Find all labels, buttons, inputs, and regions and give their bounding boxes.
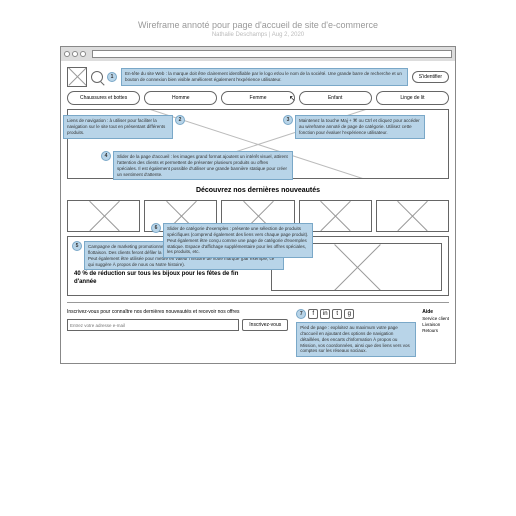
thumb[interactable] xyxy=(376,200,449,232)
social-icons: 7 f in t g xyxy=(296,309,416,319)
nav-item-women[interactable]: Femme↖ xyxy=(221,91,294,105)
logo-placeholder[interactable] xyxy=(67,67,87,87)
help-title: Aide xyxy=(422,309,449,315)
browser-frame: 1 En-tête du site Web : la marque doit ê… xyxy=(60,46,456,364)
help-link[interactable]: Service client xyxy=(422,316,449,322)
annotation-3: Maintenez la touche Maj + ⌘ ou Ctrl et c… xyxy=(295,115,425,139)
doc-subtitle: Nathalie Deschamps | Aug 2, 2020 xyxy=(60,32,456,38)
annotation-badge-7: 7 xyxy=(296,309,306,319)
facebook-icon[interactable]: f xyxy=(308,309,318,319)
promo-headline: 40 % de réduction sur tous les bijoux po… xyxy=(74,271,240,287)
login-button[interactable]: S'identifier xyxy=(412,71,449,83)
annotation-1: En-tête du site Web : la marque doit êtr… xyxy=(121,68,408,86)
thumb[interactable] xyxy=(67,200,140,232)
window-dot xyxy=(72,51,78,57)
email-field[interactable] xyxy=(67,319,239,331)
annotation-badge-2: 2 xyxy=(175,115,185,125)
search-icon[interactable] xyxy=(91,71,103,83)
annotation-6: Slider de catégorie d'exemples : présent… xyxy=(163,223,313,258)
window-dot xyxy=(80,51,86,57)
annotation-badge-3: 3 xyxy=(283,115,293,125)
footer: Inscrivez-vous pour connaître nos derniè… xyxy=(67,302,449,357)
nav-item-men[interactable]: Homme xyxy=(144,91,217,105)
window-dot xyxy=(64,51,70,57)
newsletter-text: Inscrivez-vous pour connaître nos derniè… xyxy=(67,309,288,315)
annotation-badge-5: 5 xyxy=(72,241,82,251)
twitter-icon[interactable]: t xyxy=(332,309,342,319)
annotation-badge-6: 6 xyxy=(151,223,161,233)
nav-bar: Chaussures et bottes Homme Femme↖ Enfant… xyxy=(67,91,449,105)
url-bar[interactable] xyxy=(92,50,452,58)
nav-item-shoes[interactable]: Chaussures et bottes xyxy=(67,91,140,105)
linkedin-icon[interactable]: in xyxy=(320,309,330,319)
help-links: Aide Service client Livraison Retours xyxy=(422,309,449,334)
annotation-badge-1: 1 xyxy=(107,72,117,82)
annotation-2: Liens de navigation : à utiliser pour fa… xyxy=(63,115,173,139)
annotation-4: Slider de la page d'accueil : les images… xyxy=(113,151,293,180)
subscribe-button[interactable]: Inscrivez-vous xyxy=(242,319,288,331)
doc-title: Wireframe annoté pour page d'accueil de … xyxy=(60,20,456,30)
annotation-badge-4: 4 xyxy=(101,151,111,161)
section-title: Découvrez nos dernières nouveautés xyxy=(67,187,449,194)
help-link[interactable]: Retours xyxy=(422,328,449,334)
nav-item-kids[interactable]: Enfant xyxy=(299,91,372,105)
google-icon[interactable]: g xyxy=(344,309,354,319)
nav-item-bedding[interactable]: Linge de lit xyxy=(376,91,449,105)
browser-chrome xyxy=(61,47,455,61)
cursor-icon: ↖ xyxy=(289,94,296,103)
annotation-7: Pied de page : exploitez au maximum votr… xyxy=(296,322,416,357)
